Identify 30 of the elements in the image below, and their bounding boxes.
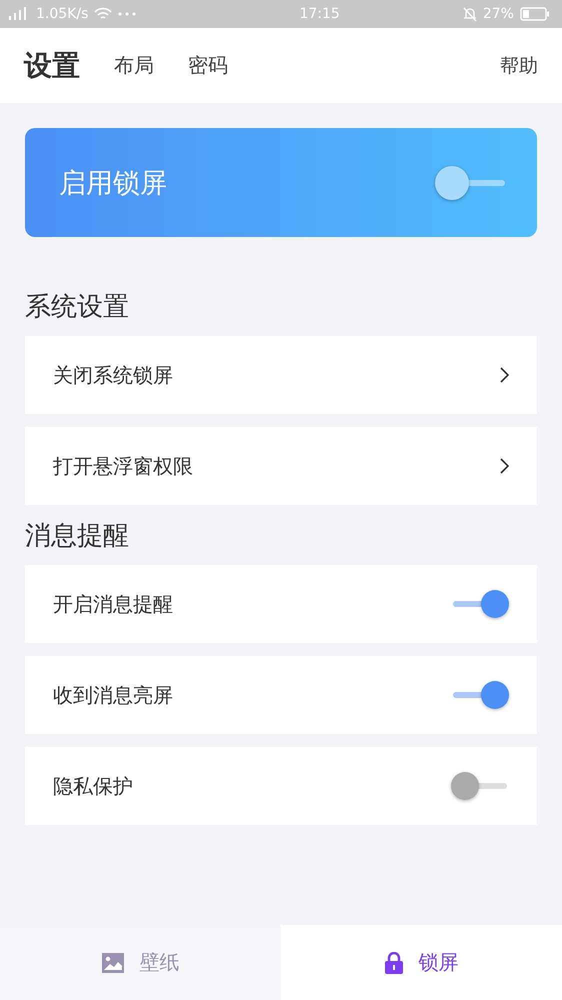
chevron-right-icon: [499, 458, 509, 474]
toggle-switch[interactable]: [451, 679, 509, 711]
row-label: 开启消息提醒: [53, 590, 173, 618]
toggle-switch[interactable]: [451, 588, 509, 620]
settings-row[interactable]: 收到消息亮屏: [25, 656, 537, 734]
bell-off-icon: [462, 6, 477, 22]
toggle-switch[interactable]: [451, 770, 509, 802]
row-label: 关闭系统锁屏: [53, 362, 173, 388]
banner-label: 启用锁屏: [59, 166, 167, 200]
row-label: 收到消息亮屏: [53, 682, 173, 708]
settings-row[interactable]: 隐私保护: [25, 747, 537, 825]
lock-icon: [384, 952, 402, 974]
settings-row[interactable]: 关闭系统锁屏: [25, 336, 537, 414]
section-title: 系统设置: [25, 291, 130, 324]
row-label: 隐私保护: [53, 772, 133, 800]
toggle-switch[interactable]: [435, 164, 507, 200]
help-link[interactable]: 帮助: [500, 52, 538, 78]
more-icon: [118, 12, 136, 16]
wifi-icon: [94, 7, 112, 21]
settings-row[interactable]: 开启消息提醒: [25, 565, 537, 643]
nav-tab[interactable]: 锁屏: [281, 925, 562, 1000]
tab[interactable]: 密码: [188, 52, 228, 79]
chevron-right-icon: [499, 367, 509, 383]
tab[interactable]: 布局: [114, 52, 154, 79]
battery-icon: [520, 7, 550, 21]
tab[interactable]: 设置: [24, 46, 80, 84]
settings-row[interactable]: 打开悬浮窗权限: [25, 427, 537, 505]
section-title: 消息提醒: [25, 520, 130, 553]
row-label: 打开悬浮窗权限: [53, 452, 193, 480]
image-icon: [102, 952, 124, 972]
